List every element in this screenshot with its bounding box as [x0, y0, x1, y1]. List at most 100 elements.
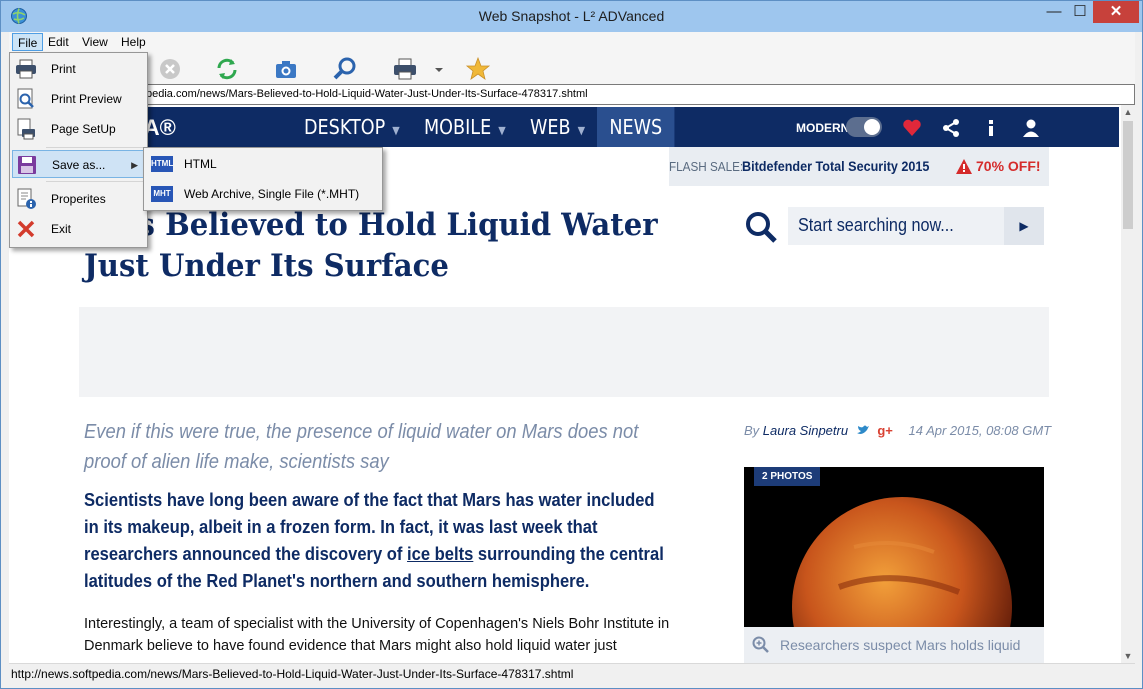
flash-sale-banner[interactable]: FLASH SALE: Bitdefender Total Security 2…	[669, 147, 1049, 186]
menu-help[interactable]: Help	[116, 33, 151, 51]
menu-print-preview[interactable]: Print Preview	[12, 85, 145, 113]
warning-icon	[956, 159, 972, 174]
ad-placeholder	[79, 307, 1049, 397]
site-nav: TPEDIA® DESKTOP▼ MOBILE▼ WEB▼ NEWS MODER…	[79, 107, 1119, 147]
google-plus-icon[interactable]: g+	[877, 423, 893, 438]
caption-text: Researchers suspect Mars holds liquid wa…	[780, 637, 1021, 653]
site-search: Start searching now... ▶	[744, 206, 1044, 246]
flash-sale-discount: 70% OFF!	[976, 158, 1041, 174]
toolbar	[9, 52, 1135, 84]
scroll-thumb[interactable]	[1123, 121, 1133, 229]
user-icon[interactable]	[1021, 118, 1041, 138]
window-title: Web Snapshot - L² ADVanced	[478, 8, 665, 24]
menu-separator	[46, 147, 144, 148]
article-body: Interestingly, a team of specialist with…	[84, 616, 670, 654]
info-icon[interactable]	[981, 118, 1001, 138]
nav-mobile[interactable]: MOBILE ▼	[424, 107, 506, 147]
dropdown-icon[interactable]	[433, 56, 445, 82]
save-icon	[18, 156, 36, 174]
nav-mobile-label: MOBILE	[424, 115, 492, 139]
menu-page-setup-label: Page SetUp	[51, 122, 116, 136]
file-menu-dropdown: Print Print Preview Page SetUp Save as..…	[9, 52, 148, 248]
photo-caption[interactable]: Researchers suspect Mars holds liquid wa…	[744, 627, 1044, 663]
save-as-mht-label: Web Archive, Single File (*.MHT)	[184, 187, 360, 201]
close-button[interactable]: ✕	[1093, 1, 1139, 23]
page-setup-icon	[17, 118, 35, 140]
article-headline: s Believed to Hold Liquid Water Just Und…	[84, 205, 686, 287]
printer-icon[interactable]	[392, 56, 418, 82]
ice-belts-link[interactable]: ice belts	[407, 544, 473, 564]
flash-sale-product[interactable]: Bitdefender Total Security 2015	[742, 147, 929, 186]
html-file-icon: HTML	[151, 156, 173, 172]
print-preview-icon	[17, 88, 34, 109]
author-link[interactable]: Laura Sinpetru	[763, 423, 848, 438]
chevron-down-icon: ▼	[392, 124, 400, 137]
mht-file-icon: MHT	[151, 186, 173, 202]
menu-file[interactable]: File	[12, 33, 44, 51]
menu-bar: File Edit View Help	[9, 32, 1135, 52]
nav-web[interactable]: WEB ▼	[530, 107, 585, 147]
menu-print-label: Print	[51, 62, 76, 76]
menu-view[interactable]: View	[77, 33, 113, 51]
menu-save-as-label: Save as...	[52, 158, 106, 172]
nav-web-label: WEB	[530, 115, 571, 139]
save-as-html[interactable]: HTML HTML	[146, 150, 380, 178]
refresh-icon[interactable]	[214, 56, 240, 82]
heart-icon[interactable]	[902, 118, 922, 138]
menu-exit[interactable]: Exit	[12, 215, 145, 243]
submenu-arrow-icon: ▶	[131, 160, 138, 170]
maximize-button[interactable]: ☐	[1067, 1, 1093, 23]
address-bar[interactable]: pedia.com/news/Mars-Believed-to-Hold-Liq…	[9, 84, 1135, 105]
scroll-up-arrow-icon[interactable]: ▲	[1121, 105, 1135, 119]
chevron-down-icon: ▼	[577, 124, 586, 137]
minimize-button[interactable]: —	[1041, 1, 1067, 23]
print-icon	[16, 59, 36, 79]
stop-icon[interactable]	[157, 56, 183, 82]
twitter-icon[interactable]	[856, 424, 870, 436]
exit-icon	[17, 220, 35, 238]
nav-desktop-label: DESKTOP	[304, 115, 386, 139]
favorite-icon[interactable]	[465, 56, 491, 82]
title-bar[interactable]: Web Snapshot - L² ADVanced — ☐ ✕	[1, 1, 1142, 32]
flash-sale-label: FLASH SALE:	[669, 159, 744, 174]
nav-desktop[interactable]: DESKTOP ▼	[304, 107, 400, 147]
article-date: 14 Apr 2015, 08:08 GMT	[908, 423, 1052, 438]
article-subtitle: Even if this were true, the presence of …	[84, 421, 639, 473]
modern-toggle[interactable]	[846, 117, 882, 137]
menu-save-as[interactable]: Save as... ▶	[12, 150, 145, 178]
vertical-scrollbar[interactable]: ▲ ▼	[1121, 105, 1135, 663]
menu-edit[interactable]: Edit	[43, 33, 74, 51]
menu-separator	[46, 181, 144, 182]
byline-prefix: By	[744, 423, 760, 438]
menu-print-preview-label: Print Preview	[51, 92, 122, 106]
headline-line-1: s Believed to Hold Liquid Water	[138, 207, 658, 243]
byline: By Laura Sinpetru g+ 14 Apr 2015, 08:08 …	[744, 423, 1051, 438]
zoom-in-icon	[752, 636, 769, 653]
article-lead: Scientists have long been aware of the f…	[84, 487, 673, 595]
toggle-knob	[864, 119, 880, 135]
save-as-mht[interactable]: MHT Web Archive, Single File (*.MHT)	[146, 180, 380, 208]
search-icon[interactable]	[744, 210, 778, 244]
save-as-submenu: HTML HTML MHT Web Archive, Single File (…	[143, 147, 383, 211]
save-as-html-label: HTML	[184, 157, 217, 171]
properties-icon	[17, 188, 36, 209]
nav-news[interactable]: NEWS	[597, 107, 675, 147]
headline-line-2: Just Under Its Surface	[84, 248, 449, 284]
search-submit-button[interactable]: ▶	[1004, 207, 1044, 245]
menu-properties-label: Properites	[51, 192, 106, 206]
camera-icon[interactable]	[273, 56, 299, 82]
share-icon[interactable]	[941, 118, 961, 138]
zoom-icon[interactable]	[332, 56, 358, 82]
status-bar: http://news.softpedia.com/news/Mars-Beli…	[9, 663, 1135, 685]
menu-page-setup[interactable]: Page SetUp	[12, 115, 145, 143]
chevron-down-icon: ▼	[498, 124, 506, 137]
article-photo[interactable]: 2 PHOTOS	[744, 467, 1044, 627]
menu-exit-label: Exit	[51, 222, 72, 236]
scroll-down-arrow-icon[interactable]: ▼	[1121, 649, 1135, 663]
mars-image	[744, 467, 1044, 627]
menu-print[interactable]: Print	[12, 55, 145, 83]
search-placeholder: Start searching now...	[798, 215, 954, 235]
modern-label: MODERN	[796, 121, 850, 135]
menu-properties[interactable]: Properites	[12, 185, 145, 213]
app-window: Web Snapshot - L² ADVanced — ☐ ✕ File Ed…	[0, 0, 1143, 689]
